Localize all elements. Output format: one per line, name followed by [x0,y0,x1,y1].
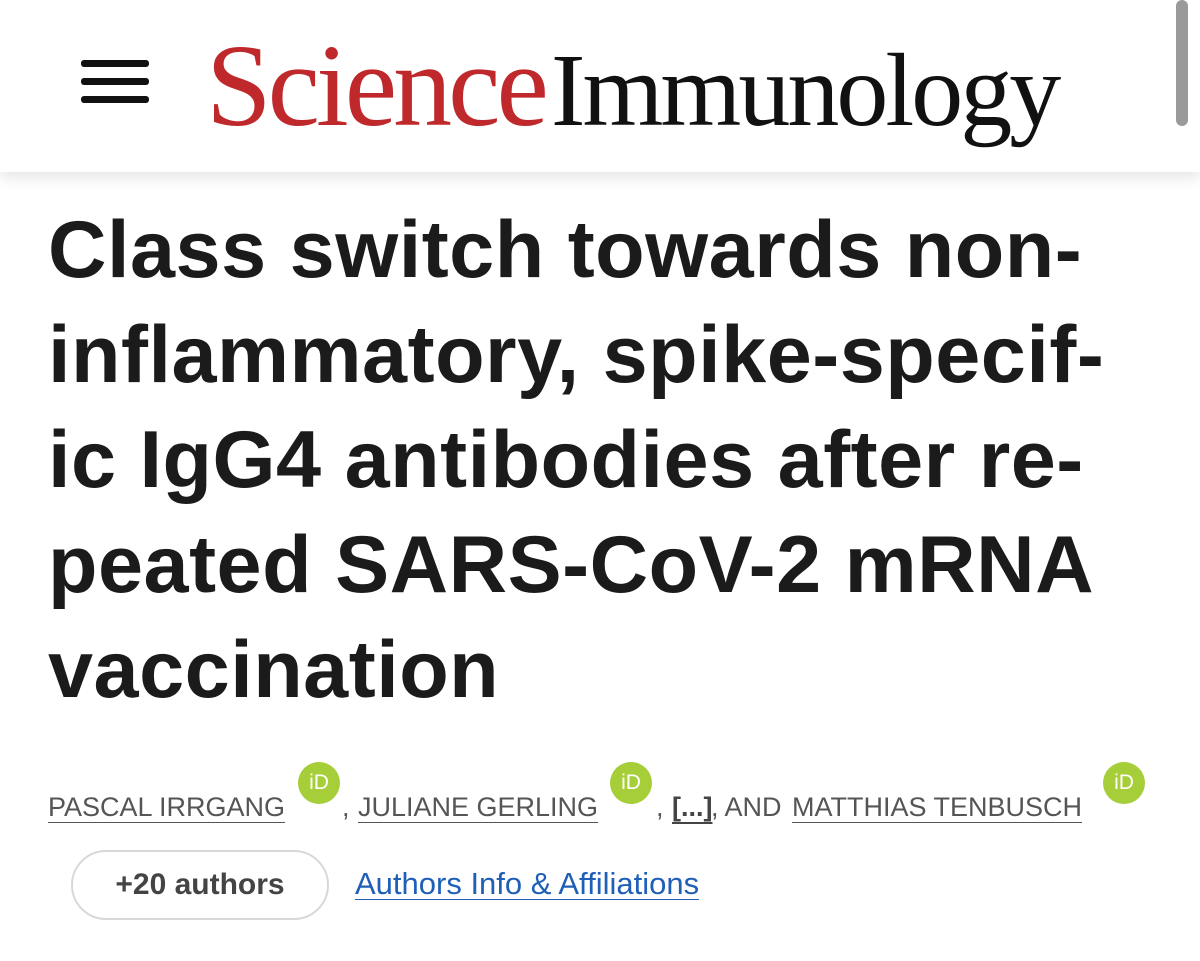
menu-bar [81,60,149,67]
hamburger-menu-icon[interactable] [78,58,152,108]
author-link[interactable]: MATTHIAS TENBUSCH [792,792,1082,823]
author-link[interactable]: PASCAL IRRGANG [48,792,285,823]
authors-affiliations-link[interactable]: Authors Info & Affiliations [355,866,699,902]
site-header: ScienceImmunology [0,0,1200,172]
title-line: vaccination [48,625,500,715]
scrollbar[interactable] [1176,0,1188,126]
author-separator: , [656,792,664,822]
author-separator: , AND [711,792,782,822]
author-link[interactable]: JULIANE GERLING [358,792,598,823]
authors-ellipsis[interactable]: [...] [672,792,713,823]
logo-science-text: Science [206,20,549,151]
orcid-icon[interactable]: iD [610,762,652,804]
orcid-icon[interactable]: iD [1103,762,1145,804]
journal-logo[interactable]: ScienceImmunology [206,26,1061,149]
title-line: peated SARS-CoV-2 mRNA [48,520,1095,610]
author-list: PASCAL IRRGANG iD , JULIANE GERLING iD ,… [48,762,1178,832]
article-title: Class switch towards non- inflammatory, … [48,198,1158,723]
more-authors-button[interactable]: +20 authors [71,850,329,920]
title-line: ic IgG4 antibodies after re- [48,415,1084,505]
orcid-icon[interactable]: iD [298,762,340,804]
author-separator: , [342,792,350,822]
title-line: inflammatory, spike-specif- [48,310,1105,400]
logo-journal-text: Immunology [550,33,1061,148]
menu-bar [81,78,149,85]
title-line: Class switch towards non- [48,205,1083,295]
menu-bar [81,96,149,103]
